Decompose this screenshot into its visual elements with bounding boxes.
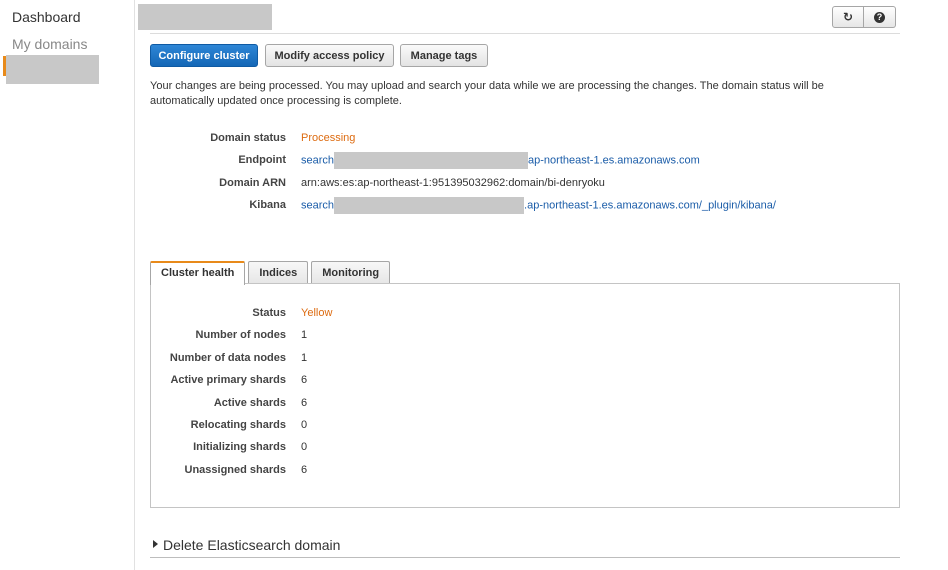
domain-arn-value: arn:aws:es:ap-northeast-1:951395032962:d… (301, 177, 605, 189)
tab-indices[interactable]: Indices (248, 261, 309, 284)
sidebar-item-selected-domain[interactable] (6, 55, 99, 84)
endpoint-prefix: search (301, 154, 335, 167)
sidebar-active-indicator (3, 56, 6, 76)
header-icon-group: ↻ ? (832, 6, 896, 28)
help-button[interactable]: ? (864, 6, 896, 28)
health-unassigned-label: Unassigned shards (184, 464, 286, 476)
health-status-value: Yellow (301, 307, 333, 319)
header-divider (150, 33, 900, 34)
domain-arn-label: Domain ARN (219, 177, 286, 189)
caret-right-icon (153, 540, 158, 549)
kibana-prefix: search (301, 199, 335, 212)
manage-tags-button[interactable]: Manage tags (400, 44, 488, 67)
endpoint-label: Endpoint (238, 154, 286, 166)
health-relocating-value: 0 (301, 419, 308, 431)
health-unassigned-value: 6 (301, 464, 308, 476)
kibana-redacted (334, 197, 525, 214)
health-active-shards-value: 6 (301, 397, 308, 409)
delete-divider (150, 557, 900, 558)
refresh-button[interactable]: ↻ (832, 6, 864, 28)
health-active-primary-value: 6 (301, 374, 308, 386)
kibana-label: Kibana (249, 199, 286, 211)
health-data-nodes-label: Number of data nodes (169, 352, 286, 364)
health-nodes-label: Number of nodes (195, 329, 286, 341)
delete-domain-toggle[interactable]: Delete Elasticsearch domain (153, 537, 340, 553)
refresh-icon: ↻ (842, 10, 854, 24)
endpoint-link[interactable]: search ap-northeast-1.es.amazonaws.com (301, 152, 700, 169)
sidebar-item-dashboard[interactable]: Dashboard (12, 9, 81, 25)
health-active-primary-label: Active primary shards (170, 374, 286, 386)
kibana-link[interactable]: search .ap-northeast-1.es.amazonaws.com/_… (301, 197, 776, 214)
tab-monitoring[interactable]: Monitoring (311, 261, 391, 284)
endpoint-suffix: ap-northeast-1.es.amazonaws.com (528, 154, 700, 167)
tab-cluster-health[interactable]: Cluster health (150, 261, 246, 285)
endpoint-redacted (334, 152, 529, 169)
health-relocating-label: Relocating shards (190, 419, 286, 431)
health-initializing-value: 0 (301, 441, 308, 453)
help-icon: ? (874, 11, 885, 23)
kibana-suffix: .ap-northeast-1.es.amazonaws.com/_plugin… (524, 199, 776, 212)
health-initializing-label: Initializing shards (193, 441, 286, 453)
sidebar: Dashboard My domains (0, 0, 135, 570)
domain-status-value: Processing (301, 132, 356, 144)
modify-access-policy-button[interactable]: Modify access policy (265, 44, 394, 67)
sidebar-item-my-domains[interactable]: My domains (12, 36, 87, 52)
health-active-shards-label: Active shards (213, 397, 286, 409)
processing-notice: Your changes are being processed. You ma… (150, 80, 824, 107)
configure-cluster-button[interactable]: Configure cluster (150, 44, 258, 67)
tab-bar: Cluster health Indices Monitoring (150, 261, 393, 285)
domain-status-label: Domain status (210, 132, 286, 144)
health-status-label: Status (252, 307, 286, 319)
delete-domain-label: Delete Elasticsearch domain (163, 537, 341, 553)
page-title (138, 4, 272, 30)
health-nodes-value: 1 (301, 329, 308, 341)
health-data-nodes-value: 1 (301, 352, 308, 364)
